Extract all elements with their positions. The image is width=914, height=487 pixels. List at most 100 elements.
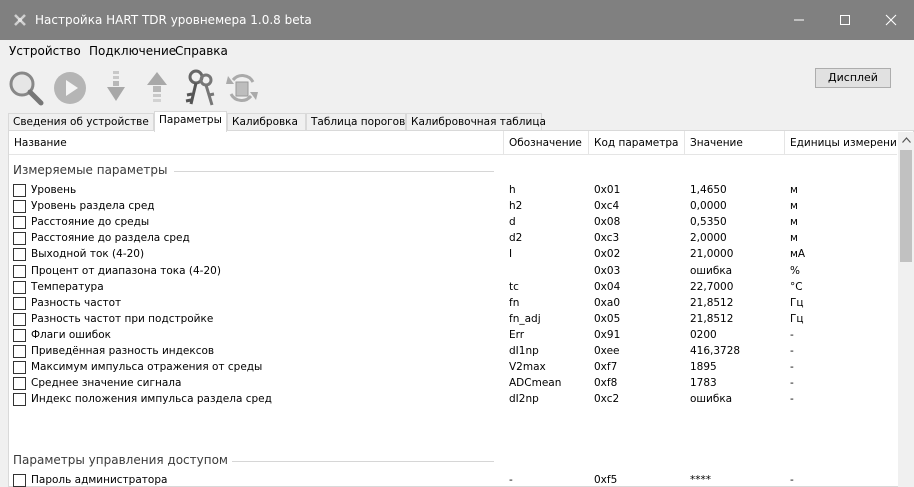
display-button[interactable]: Дисплей: [815, 68, 891, 88]
cell-unit: -: [790, 377, 794, 390]
upload-icon[interactable]: [137, 66, 177, 110]
row-checkbox[interactable]: [13, 328, 26, 342]
cell-name: Среднее значение сигнала: [31, 377, 182, 390]
table-row[interactable]: Уровень h 0x01 1,4650 м: [9, 183, 897, 199]
table-header: Название Обозначение Код параметра Значе…: [9, 131, 897, 155]
cell-code: 0xc2: [594, 393, 620, 406]
app-icon: [12, 12, 28, 28]
cell-name: Пароль администратора: [31, 474, 168, 486]
cell-unit: мА: [790, 248, 806, 261]
tab-device-info[interactable]: Сведения об устройстве: [8, 113, 154, 131]
table-row[interactable]: Индекс положения импульса раздела сред dI…: [9, 392, 897, 408]
table-row[interactable]: Приведённая разность индексов dI1np 0xee 41…: [9, 344, 897, 360]
column-header-symbol[interactable]: Обозначение: [504, 131, 589, 155]
cell-value: 21,8512: [690, 312, 734, 325]
title-bar: Настройка HART TDR уровнемера 1.0.8 beta: [0, 0, 914, 40]
row-checkbox[interactable]: [13, 345, 26, 358]
cell-unit: м: [790, 216, 798, 229]
tab-threshold-table[interactable]: Таблица порогов: [306, 113, 406, 131]
tab-calibration-table[interactable]: Калибровочная таблица: [406, 113, 546, 131]
row-checkbox[interactable]: [13, 361, 26, 375]
cell-code: 0x02: [594, 248, 621, 261]
play-icon[interactable]: [50, 66, 90, 110]
cell-unit: Гц: [790, 296, 804, 309]
cell-symbol: fn: [509, 296, 520, 309]
table-row[interactable]: Температура tc 0x04 22,7000 °C: [9, 280, 897, 296]
row-checkbox[interactable]: [13, 474, 26, 487]
row-checkbox[interactable]: [13, 232, 26, 246]
close-icon[interactable]: [868, 0, 914, 40]
table-row[interactable]: Выходной ток (4-20) I 0x02 21,0000 мА: [9, 247, 897, 263]
tab-calibration[interactable]: Калибровка: [227, 113, 306, 131]
column-header-value[interactable]: Значение: [685, 131, 785, 155]
cell-symbol: d: [509, 216, 516, 229]
cell-name: Температура: [31, 280, 104, 293]
table-row[interactable]: Максимум импульса отражения от среды V2ma…: [9, 360, 897, 376]
group-title: Параметры управления доступом: [13, 453, 232, 467]
cell-name: Разность частот при подстройке: [31, 312, 214, 325]
cell-value: 416,3728: [690, 345, 741, 357]
key-icon[interactable]: [181, 66, 221, 110]
cell-value: 22,7000: [690, 280, 734, 293]
download-icon[interactable]: [96, 66, 136, 110]
toolbar: [0, 62, 914, 114]
table-row[interactable]: Разность частот fn 0xa0 21,8512 Гц: [9, 296, 897, 312]
menu-device[interactable]: Устройство: [9, 44, 81, 58]
menu-help[interactable]: Справка: [175, 44, 228, 58]
search-icon[interactable]: [6, 66, 46, 110]
group-title: Измеряемые параметры: [13, 163, 172, 177]
vertical-scrollbar[interactable]: [898, 132, 914, 487]
cell-code: 0x91: [594, 328, 621, 341]
cell-unit: %: [790, 264, 800, 277]
menu-connection[interactable]: Подключение: [89, 44, 176, 58]
sync-icon[interactable]: [222, 66, 262, 110]
maximize-icon[interactable]: [822, 0, 868, 40]
row-checkbox[interactable]: [13, 200, 26, 214]
tab-parameters[interactable]: Параметры: [154, 111, 227, 132]
table-row[interactable]: Процент от диапазона тока (4-20) 0x03 ошиб…: [9, 264, 897, 280]
table-row[interactable]: Расстояние до среды d 0x08 0,5350 м: [9, 215, 897, 231]
cell-value: ****: [690, 474, 711, 486]
cell-value: 1,4650: [690, 184, 727, 196]
cell-unit: -: [790, 361, 794, 374]
row-checkbox[interactable]: [13, 393, 26, 407]
cell-unit: м: [790, 232, 798, 245]
cell-unit: -: [790, 328, 794, 341]
column-header-code[interactable]: Код параметра: [589, 131, 685, 155]
row-checkbox[interactable]: [13, 377, 26, 391]
table-row[interactable]: Пароль администратора - 0xf5 **** -: [9, 473, 897, 487]
row-checkbox[interactable]: [13, 264, 26, 278]
cell-unit: -: [790, 345, 794, 357]
cell-code: 0xf5: [594, 474, 618, 486]
column-header-unit[interactable]: Единицы измерения: [785, 131, 897, 155]
table-row[interactable]: Флаги ошибок Err 0x91 0200 -: [9, 328, 897, 344]
table-row[interactable]: Уровень раздела сред h2 0xc4 0,0000 м: [9, 199, 897, 215]
cell-value: 0,0000: [690, 200, 727, 213]
cell-symbol: h: [509, 184, 516, 196]
cell-symbol: dI2np: [509, 393, 539, 406]
row-checkbox[interactable]: [13, 248, 26, 262]
group-header: Параметры управления доступом: [9, 452, 897, 470]
row-checkbox[interactable]: [13, 296, 26, 310]
column-header-name[interactable]: Название: [9, 131, 504, 155]
cell-name: Разность частот: [31, 296, 122, 309]
cell-unit: м: [790, 184, 798, 196]
scroll-thumb[interactable]: [900, 150, 912, 262]
table-row[interactable]: Среднее значение сигнала ADCmean 0xf8 1783 -: [9, 376, 897, 392]
cell-code: 0xa0: [594, 296, 621, 309]
table-row[interactable]: Разность частот при подстройке fn_adj 0x05…: [9, 312, 897, 328]
scroll-up-icon[interactable]: [898, 132, 914, 148]
cell-symbol: tc: [509, 280, 519, 293]
row-checkbox[interactable]: [13, 312, 26, 326]
cell-value: 0,5350: [690, 216, 727, 229]
cell-unit: -: [790, 393, 794, 406]
row-checkbox[interactable]: [13, 184, 26, 197]
table-row[interactable]: Расстояние до раздела сред d2 0xc3 2,0000 м: [9, 231, 897, 247]
minimize-icon[interactable]: [776, 0, 822, 40]
cell-unit: Гц: [790, 312, 804, 325]
cell-name: Индекс положения импульса раздела сред: [31, 393, 272, 406]
row-checkbox[interactable]: [13, 216, 26, 230]
row-checkbox[interactable]: [13, 280, 26, 294]
window-title: Настройка HART TDR уровнемера 1.0.8 beta: [35, 13, 312, 27]
cell-code: 0x05: [594, 312, 621, 325]
